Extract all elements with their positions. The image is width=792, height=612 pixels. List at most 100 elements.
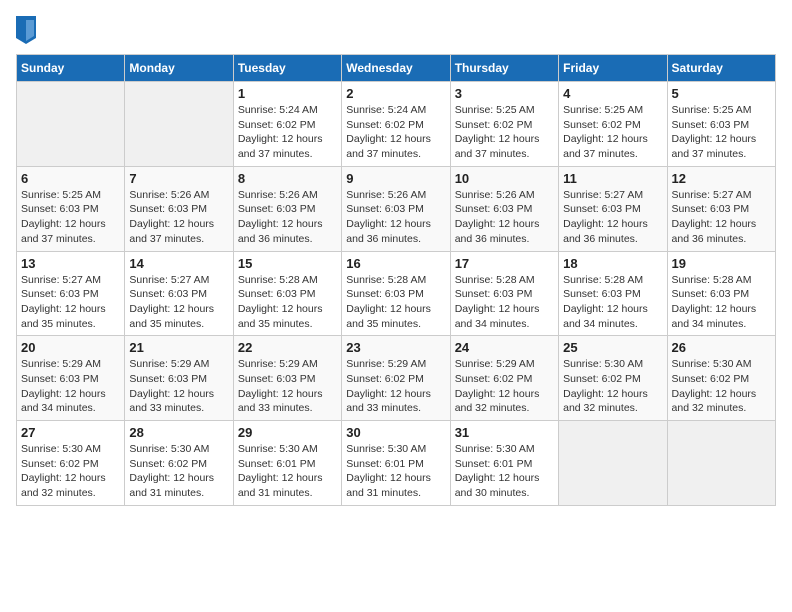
day-info: Sunrise: 5:29 AM Sunset: 6:03 PM Dayligh… bbox=[21, 357, 120, 416]
calendar-week-row: 1 Sunrise: 5:24 AM Sunset: 6:02 PM Daylig… bbox=[17, 82, 776, 167]
calendar-cell bbox=[559, 421, 667, 506]
calendar-cell: 13Sunrise: 5:27 AM Sunset: 6:03 PM Dayli… bbox=[17, 251, 125, 336]
day-info: Sunrise: 5:28 AM Sunset: 6:03 PM Dayligh… bbox=[563, 273, 662, 332]
day-info: Sunrise: 5:25 AM Sunset: 6:02 PM Dayligh… bbox=[563, 103, 662, 162]
day-number: 27 bbox=[21, 425, 120, 440]
calendar-cell: 29 Sunrise: 5:30 AM Sunset: 6:01 PM Dayli… bbox=[233, 421, 341, 506]
calendar-cell: 3 Sunrise: 5:25 AM Sunset: 6:02 PM Daylig… bbox=[450, 82, 558, 167]
day-number: 18 bbox=[563, 256, 662, 271]
day-info: Sunrise: 5:27 AM Sunset: 6:03 PM Dayligh… bbox=[129, 273, 228, 332]
day-info: Sunrise: 5:30 AM Sunset: 6:02 PM Dayligh… bbox=[672, 357, 771, 416]
day-number: 7 bbox=[129, 171, 228, 186]
day-number: 11 bbox=[563, 171, 662, 186]
day-number: 31 bbox=[455, 425, 554, 440]
day-info: Sunrise: 5:30 AM Sunset: 6:01 PM Dayligh… bbox=[346, 442, 445, 501]
day-number: 13 bbox=[21, 256, 120, 271]
day-number: 20 bbox=[21, 340, 120, 355]
day-info: Sunrise: 5:25 AM Sunset: 6:03 PM Dayligh… bbox=[672, 103, 771, 162]
day-of-week-header: Wednesday bbox=[342, 55, 450, 82]
day-info: Sunrise: 5:29 AM Sunset: 6:02 PM Dayligh… bbox=[346, 357, 445, 416]
calendar-cell: 31 Sunrise: 5:30 AM Sunset: 6:01 PM Dayli… bbox=[450, 421, 558, 506]
day-info: Sunrise: 5:29 AM Sunset: 6:03 PM Dayligh… bbox=[238, 357, 337, 416]
day-number: 19 bbox=[672, 256, 771, 271]
day-number: 4 bbox=[563, 86, 662, 101]
calendar-cell: 23 Sunrise: 5:29 AM Sunset: 6:02 PM Dayli… bbox=[342, 336, 450, 421]
calendar-cell: 28 Sunrise: 5:30 AM Sunset: 6:02 PM Dayli… bbox=[125, 421, 233, 506]
day-number: 2 bbox=[346, 86, 445, 101]
day-number: 3 bbox=[455, 86, 554, 101]
day-number: 5 bbox=[672, 86, 771, 101]
day-number: 1 bbox=[238, 86, 337, 101]
day-info: Sunrise: 5:28 AM Sunset: 6:03 PM Dayligh… bbox=[238, 273, 337, 332]
day-info: Sunrise: 5:24 AM Sunset: 6:02 PM Dayligh… bbox=[238, 103, 337, 162]
calendar-week-row: 20 Sunrise: 5:29 AM Sunset: 6:03 PM Dayli… bbox=[17, 336, 776, 421]
calendar-cell: 16 Sunrise: 5:28 AM Sunset: 6:03 PM Dayli… bbox=[342, 251, 450, 336]
calendar-cell: 22Sunrise: 5:29 AM Sunset: 6:03 PM Dayli… bbox=[233, 336, 341, 421]
day-info: Sunrise: 5:30 AM Sunset: 6:02 PM Dayligh… bbox=[129, 442, 228, 501]
calendar-cell: 14 Sunrise: 5:27 AM Sunset: 6:03 PM Dayli… bbox=[125, 251, 233, 336]
calendar-cell: 15 Sunrise: 5:28 AM Sunset: 6:03 PM Dayli… bbox=[233, 251, 341, 336]
day-info: Sunrise: 5:24 AM Sunset: 6:02 PM Dayligh… bbox=[346, 103, 445, 162]
day-number: 16 bbox=[346, 256, 445, 271]
day-of-week-header: Sunday bbox=[17, 55, 125, 82]
day-number: 28 bbox=[129, 425, 228, 440]
calendar-week-row: 6 Sunrise: 5:25 AM Sunset: 6:03 PM Daylig… bbox=[17, 166, 776, 251]
day-info: Sunrise: 5:29 AM Sunset: 6:03 PM Dayligh… bbox=[129, 357, 228, 416]
calendar-cell: 11 Sunrise: 5:27 AM Sunset: 6:03 PM Dayli… bbox=[559, 166, 667, 251]
day-info: Sunrise: 5:28 AM Sunset: 6:03 PM Dayligh… bbox=[346, 273, 445, 332]
day-number: 12 bbox=[672, 171, 771, 186]
day-info: Sunrise: 5:25 AM Sunset: 6:02 PM Dayligh… bbox=[455, 103, 554, 162]
day-info: Sunrise: 5:26 AM Sunset: 6:03 PM Dayligh… bbox=[129, 188, 228, 247]
day-number: 9 bbox=[346, 171, 445, 186]
calendar-cell: 18 Sunrise: 5:28 AM Sunset: 6:03 PM Dayli… bbox=[559, 251, 667, 336]
calendar-cell: 21 Sunrise: 5:29 AM Sunset: 6:03 PM Dayli… bbox=[125, 336, 233, 421]
day-info: Sunrise: 5:26 AM Sunset: 6:03 PM Dayligh… bbox=[238, 188, 337, 247]
logo bbox=[16, 16, 40, 44]
day-info: Sunrise: 5:28 AM Sunset: 6:03 PM Dayligh… bbox=[672, 273, 771, 332]
day-of-week-header: Thursday bbox=[450, 55, 558, 82]
calendar-week-row: 13 Sunrise: 5:27 AM Sunset: 6:03 PM Dayli… bbox=[17, 251, 776, 336]
day-number: 15 bbox=[238, 256, 337, 271]
day-info: Sunrise: 5:27 AM Sunset: 6:03 PM Dayligh… bbox=[563, 188, 662, 247]
calendar-cell: 17Sunrise: 5:28 AM Sunset: 6:03 PM Dayli… bbox=[450, 251, 558, 336]
logo-icon bbox=[16, 16, 36, 44]
day-number: 14 bbox=[129, 256, 228, 271]
day-of-week-header: Saturday bbox=[667, 55, 775, 82]
day-info: Sunrise: 5:26 AM Sunset: 6:03 PM Dayligh… bbox=[346, 188, 445, 247]
day-number: 8 bbox=[238, 171, 337, 186]
calendar-cell: 4 Sunrise: 5:25 AM Sunset: 6:02 PM Daylig… bbox=[559, 82, 667, 167]
calendar-cell: 2 Sunrise: 5:24 AM Sunset: 6:02 PM Daylig… bbox=[342, 82, 450, 167]
calendar-cell: 6 Sunrise: 5:25 AM Sunset: 6:03 PM Daylig… bbox=[17, 166, 125, 251]
day-number: 21 bbox=[129, 340, 228, 355]
day-of-week-header: Monday bbox=[125, 55, 233, 82]
calendar-cell: 25Sunrise: 5:30 AM Sunset: 6:02 PM Dayli… bbox=[559, 336, 667, 421]
calendar-cell: 26 Sunrise: 5:30 AM Sunset: 6:02 PM Dayli… bbox=[667, 336, 775, 421]
calendar-cell bbox=[125, 82, 233, 167]
day-info: Sunrise: 5:30 AM Sunset: 6:02 PM Dayligh… bbox=[21, 442, 120, 501]
calendar-cell: 8 Sunrise: 5:26 AM Sunset: 6:03 PM Daylig… bbox=[233, 166, 341, 251]
calendar-cell: 1 Sunrise: 5:24 AM Sunset: 6:02 PM Daylig… bbox=[233, 82, 341, 167]
day-info: Sunrise: 5:25 AM Sunset: 6:03 PM Dayligh… bbox=[21, 188, 120, 247]
page-header bbox=[16, 16, 776, 44]
day-info: Sunrise: 5:28 AM Sunset: 6:03 PM Dayligh… bbox=[455, 273, 554, 332]
day-info: Sunrise: 5:30 AM Sunset: 6:02 PM Dayligh… bbox=[563, 357, 662, 416]
day-info: Sunrise: 5:30 AM Sunset: 6:01 PM Dayligh… bbox=[238, 442, 337, 501]
day-number: 26 bbox=[672, 340, 771, 355]
calendar-cell: 12 Sunrise: 5:27 AM Sunset: 6:03 PM Dayli… bbox=[667, 166, 775, 251]
day-of-week-header: Tuesday bbox=[233, 55, 341, 82]
day-number: 6 bbox=[21, 171, 120, 186]
day-of-week-header: Friday bbox=[559, 55, 667, 82]
day-number: 23 bbox=[346, 340, 445, 355]
calendar-cell: 30Sunrise: 5:30 AM Sunset: 6:01 PM Dayli… bbox=[342, 421, 450, 506]
calendar-cell: 20 Sunrise: 5:29 AM Sunset: 6:03 PM Dayli… bbox=[17, 336, 125, 421]
day-number: 29 bbox=[238, 425, 337, 440]
calendar-cell bbox=[667, 421, 775, 506]
day-info: Sunrise: 5:27 AM Sunset: 6:03 PM Dayligh… bbox=[672, 188, 771, 247]
day-info: Sunrise: 5:30 AM Sunset: 6:01 PM Dayligh… bbox=[455, 442, 554, 501]
day-number: 10 bbox=[455, 171, 554, 186]
day-info: Sunrise: 5:26 AM Sunset: 6:03 PM Dayligh… bbox=[455, 188, 554, 247]
calendar-cell: 9 Sunrise: 5:26 AM Sunset: 6:03 PM Daylig… bbox=[342, 166, 450, 251]
day-number: 24 bbox=[455, 340, 554, 355]
calendar-cell: 7 Sunrise: 5:26 AM Sunset: 6:03 PM Daylig… bbox=[125, 166, 233, 251]
calendar-cell: 19 Sunrise: 5:28 AM Sunset: 6:03 PM Dayli… bbox=[667, 251, 775, 336]
